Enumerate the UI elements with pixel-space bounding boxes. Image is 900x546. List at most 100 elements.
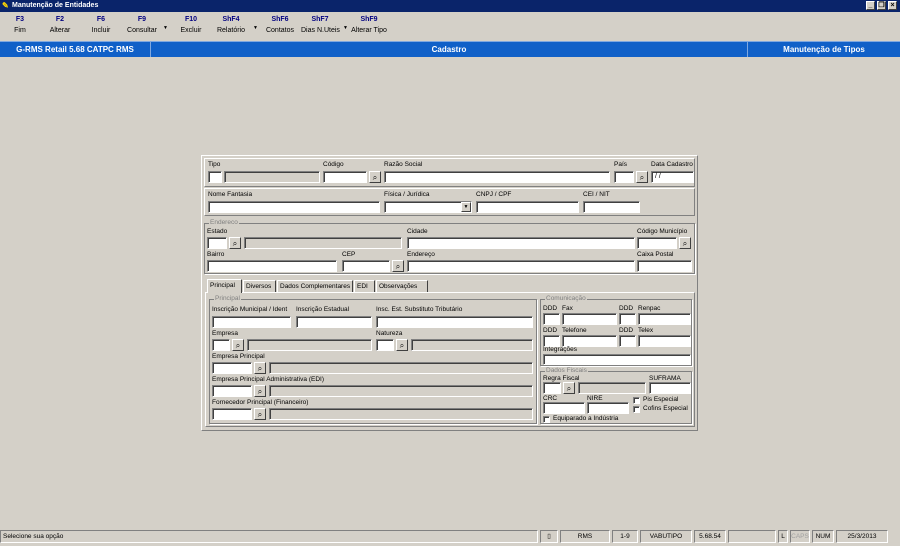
integracoes-input[interactable] — [543, 354, 691, 365]
insc-substituto-input[interactable] — [376, 316, 533, 328]
fisica-juridica-select[interactable]: ▼ — [384, 201, 472, 213]
toolbar-button-dias-uteis[interactable]: ShF7 Dias N.Uteis — [301, 16, 340, 34]
cofins-especial-label: Cofins Especial — [643, 405, 688, 412]
cep-label: CEP — [342, 251, 356, 258]
principal-group-title: Principal — [214, 295, 241, 302]
toolbar-button-alterar-tipo[interactable]: ShF9 Alterar Tipo — [350, 16, 388, 34]
status-bar: Selecione sua opção ▯ RMS 1-9 VABUTIPO 5… — [0, 528, 900, 546]
toolbar-label: Alterar — [49, 27, 71, 34]
codigo-input[interactable] — [323, 171, 367, 183]
search-fornecedor-icon[interactable]: ⌕ — [254, 408, 266, 420]
estado-description — [244, 237, 402, 249]
suframa-input[interactable] — [649, 382, 691, 394]
principal-group: Principal Inscrição Municipal / Ident In… — [209, 295, 537, 424]
caixa-postal-label: Caixa Postal — [637, 251, 674, 258]
razao-social-input[interactable] — [384, 171, 610, 183]
chevron-down-icon[interactable]: ▼ — [461, 202, 471, 212]
pais-input[interactable] — [614, 171, 634, 183]
nome-fantasia-input[interactable] — [208, 201, 380, 213]
cnpj-cpf-input[interactable] — [476, 201, 579, 213]
tipo-label: Tipo — [208, 161, 221, 168]
search-pais-icon[interactable]: ⌕ — [636, 171, 648, 183]
search-empresa-icon[interactable]: ⌕ — [232, 339, 244, 351]
crc-input[interactable] — [543, 402, 585, 414]
fornecedor-principal-input[interactable] — [212, 408, 252, 420]
tipo-input[interactable] — [208, 171, 222, 183]
relatorio-dropdown-arrow[interactable]: ▼ — [253, 25, 258, 31]
status-system: RMS — [560, 530, 610, 543]
search-codigo-icon[interactable]: ⌕ — [369, 171, 381, 183]
empresa-principal-description — [269, 362, 533, 374]
toolbar-button-consultar[interactable]: F9 Consultar — [126, 16, 158, 34]
tab-diversos[interactable]: Diversos — [243, 280, 276, 292]
consultar-dropdown-arrow[interactable]: ▼ — [163, 25, 168, 31]
tab-observacoes[interactable]: Observações — [376, 280, 428, 292]
cei-nit-input[interactable] — [583, 201, 640, 213]
renpac-input[interactable] — [638, 313, 691, 325]
search-empresa-principal-icon[interactable]: ⌕ — [254, 362, 266, 374]
endereco-input[interactable] — [407, 260, 635, 272]
fax-input[interactable] — [562, 313, 617, 325]
status-date: 25/3/2013 — [836, 530, 888, 543]
tab-dados-complementares[interactable]: Dados Complementares — [277, 280, 353, 292]
ddd-fax-input[interactable] — [543, 313, 560, 325]
search-estado-icon[interactable]: ⌕ — [229, 237, 241, 249]
toolbar-label: Fim — [14, 27, 26, 34]
cidade-label: Cidade — [407, 228, 428, 235]
cnpj-cpf-label: CNPJ / CPF — [476, 191, 512, 198]
search-cep-icon[interactable]: ⌕ — [392, 260, 404, 272]
dias-uteis-dropdown-arrow[interactable]: ▼ — [343, 25, 348, 31]
toolbar-label: Alterar Tipo — [351, 27, 387, 34]
tab-principal[interactable]: Principal — [207, 279, 242, 293]
equiparado-checkbox[interactable] — [543, 416, 550, 423]
toolbar-button-incluir[interactable]: F6 Incluir — [90, 16, 112, 34]
natureza-label: Natureza — [376, 330, 403, 337]
shortcut-key: ShF4 — [222, 16, 240, 23]
close-button[interactable]: × — [888, 1, 897, 10]
natureza-input[interactable] — [376, 339, 394, 351]
tab-content: Principal Inscrição Municipal / Ident In… — [205, 292, 695, 427]
search-regra-fiscal-icon[interactable]: ⌕ — [563, 382, 575, 394]
cofins-especial-checkbox[interactable] — [633, 406, 640, 413]
toolbar-button-fim[interactable]: F3 Fim — [10, 16, 30, 34]
telex-input[interactable] — [638, 335, 691, 347]
search-empresa-principal-adm-icon[interactable]: ⌕ — [254, 385, 266, 397]
status-caps: CAPS — [790, 530, 810, 543]
data-cadastro-input[interactable]: / / — [651, 171, 694, 183]
toolbar-button-excluir[interactable]: F10 Excluir — [179, 16, 203, 34]
empresa-principal-input[interactable] — [212, 362, 252, 374]
empresa-input[interactable] — [212, 339, 230, 351]
minimize-button[interactable]: _ — [866, 1, 875, 10]
regra-fiscal-input[interactable] — [543, 382, 561, 394]
ddd-renpac-input[interactable] — [619, 313, 636, 325]
shortcut-key: F9 — [137, 16, 147, 23]
codigo-municipio-input[interactable] — [637, 237, 677, 249]
cidade-input[interactable] — [407, 237, 635, 249]
ddd-telex-input[interactable] — [619, 335, 636, 347]
caixa-postal-input[interactable] — [637, 260, 692, 272]
restore-button[interactable]: ❐ — [877, 1, 886, 10]
toolbar-button-contatos[interactable]: ShF6 Contatos — [264, 16, 296, 34]
header-bar: G-RMS Retail 5.68 CATPC RMS Cadastro Man… — [0, 41, 900, 57]
toolbar-label: Incluir — [91, 27, 111, 34]
tab-edi[interactable]: EDI — [354, 280, 375, 292]
tipo-description — [224, 171, 320, 183]
search-natureza-icon[interactable]: ⌕ — [396, 339, 408, 351]
shortcut-key: F2 — [55, 16, 65, 23]
nire-input[interactable] — [587, 402, 629, 414]
empresa-principal-adm-input[interactable] — [212, 385, 252, 397]
estado-input[interactable] — [207, 237, 227, 249]
form-panel: Tipo Código ⌕ Razão Social País ⌕ Data C… — [201, 155, 698, 431]
search-municipio-icon[interactable]: ⌕ — [679, 237, 691, 249]
inscricao-municipal-input[interactable] — [212, 316, 291, 328]
integracoes-label: Integrações — [543, 346, 577, 353]
bairro-input[interactable] — [207, 260, 337, 272]
cep-input[interactable] — [342, 260, 390, 272]
toolbar-button-relatorio[interactable]: ShF4 Relatório — [216, 16, 246, 34]
inscricao-estadual-input[interactable] — [296, 316, 372, 328]
pis-especial-checkbox[interactable] — [633, 397, 640, 404]
toolbar-button-alterar[interactable]: F2 Alterar — [48, 16, 72, 34]
section-title: Cadastro — [151, 42, 748, 57]
pis-especial-label: Pis Especial — [643, 396, 679, 403]
codigo-label: Código — [323, 161, 344, 168]
